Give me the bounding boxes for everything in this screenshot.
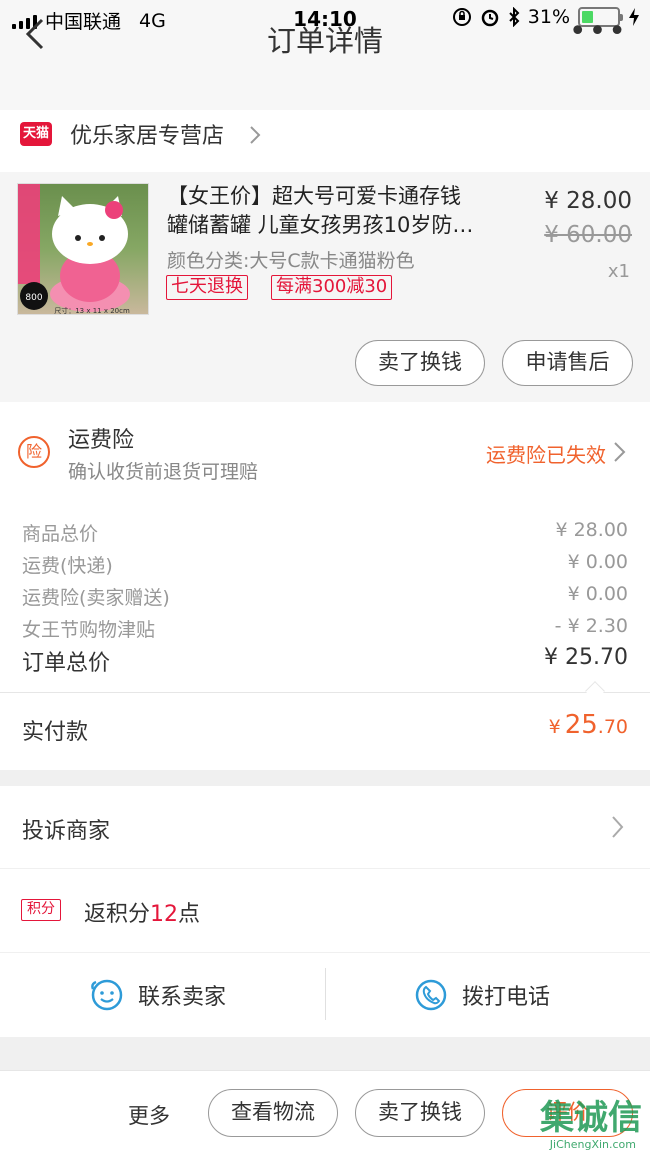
chevron-right-icon (250, 126, 261, 144)
order-total-label: 订单总价 (22, 651, 111, 676)
promo-tag: 每满300减30 (271, 275, 393, 300)
page-title: 订单详情 (266, 24, 383, 58)
subtotal-value: ¥ 28.00 (555, 519, 628, 541)
insurance-fee-label: 运费险(卖家赠送) (22, 587, 170, 609)
paid-value: ¥25.70 (549, 710, 628, 740)
insurance-subtitle: 确认收货前退货可理赔 (68, 461, 259, 483)
paid-currency: ¥ (548, 716, 561, 738)
complain-seller-label: 投诉商家 (22, 819, 111, 844)
insurance-icon: 险 (18, 436, 50, 468)
contact-seller-button[interactable]: 联系卖家 (90, 978, 226, 1012)
chevron-right-icon (612, 816, 624, 838)
call-phone-button[interactable]: 拨打电话 (414, 978, 550, 1012)
watermark-url: JiChengXin.com (549, 1138, 636, 1151)
product-thumbnail[interactable]: 800 尺寸：13 x 11 x 20cm (17, 183, 149, 315)
allowance-label: 女王节购物津贴 (22, 619, 156, 641)
product-spec: 颜色分类:大号C款卡通猫粉色 (167, 250, 415, 272)
more-menu-button[interactable]: ••• (569, 17, 628, 47)
shipping-value: ¥ 0.00 (567, 551, 628, 573)
subtotal-label: 商品总价 (22, 523, 99, 545)
points-count: 12 (150, 902, 179, 927)
contact-seller-label: 联系卖家 (138, 985, 227, 1010)
insurance-fee-value: ¥ 0.00 (567, 583, 628, 605)
store-name[interactable]: 优乐家居专营店 (70, 118, 224, 150)
paid-integer: 25 (564, 710, 598, 740)
divider (325, 968, 326, 1020)
shipping-label: 运费(快递) (22, 555, 113, 577)
insurance-title: 运费险 (68, 428, 135, 453)
paid-decimal: .70 (597, 716, 628, 738)
return-tag: 七天退换 (166, 275, 248, 300)
thumb-badge: 800 (25, 293, 42, 303)
insurance-status[interactable]: 运费险已失效 (486, 439, 606, 468)
phone-icon (415, 979, 447, 1011)
product-price: ¥ 28.00 (544, 188, 632, 214)
divider (0, 692, 650, 693)
allowance-value: - ¥ 2.30 (554, 615, 628, 637)
tmall-icon: 天猫 (20, 122, 52, 146)
watermark-logo: 集诚信 (540, 1098, 642, 1138)
product-original-price: ¥ 60.00 (544, 222, 632, 248)
hello-kitty-image: 800 尺寸：13 x 11 x 20cm (18, 184, 130, 315)
points-text: 返积分12点 (84, 902, 201, 927)
call-phone-label: 拨打电话 (462, 985, 551, 1010)
product-title-line1: 【女王价】超大号可爱卡通存钱 (167, 184, 461, 208)
product-quantity: x1 (607, 261, 630, 282)
product-title[interactable]: 【女王价】超大号可爱卡通存钱 罐储蓄罐 儿童女孩男孩10岁防… (167, 182, 507, 240)
points-badge: 积分 (21, 899, 61, 921)
paid-label: 实付款 (22, 720, 89, 745)
order-total-value: ¥ 25.70 (544, 645, 628, 670)
product-title-line2: 罐储蓄罐 儿童女孩男孩10岁防… (167, 213, 474, 237)
sell-button[interactable]: 卖了换钱 (355, 1089, 485, 1137)
view-logistics-button[interactable]: 查看物流 (208, 1089, 338, 1137)
more-button[interactable]: 更多 (128, 1100, 170, 1130)
sell-button[interactable]: 卖了换钱 (355, 340, 485, 386)
chat-icon (91, 979, 123, 1011)
chevron-right-icon (614, 442, 626, 462)
after-sales-button[interactable]: 申请售后 (502, 340, 633, 386)
thumb-caption: 尺寸：13 x 11 x 20cm (54, 306, 130, 315)
